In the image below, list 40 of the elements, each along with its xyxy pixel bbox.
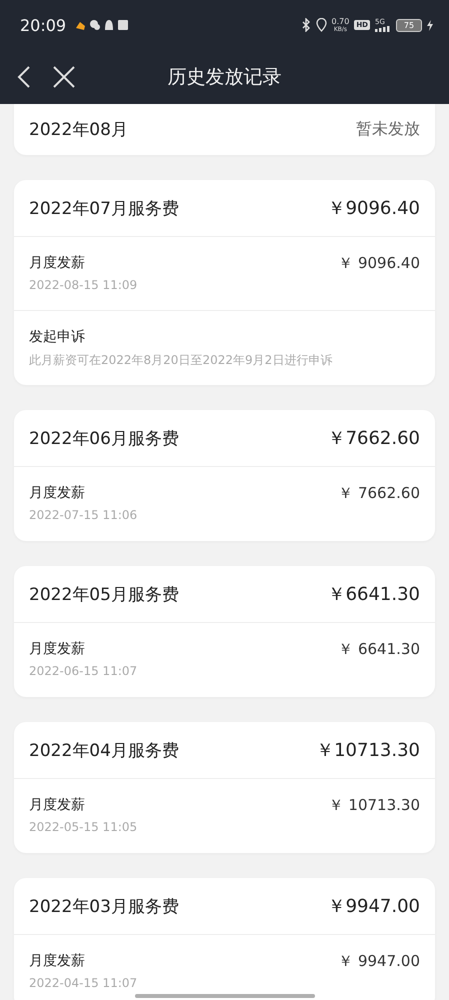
- chat-icon: [90, 20, 100, 30]
- record-total: ￥10713.30: [316, 739, 420, 762]
- appeal-link[interactable]: 发起申诉: [29, 328, 332, 346]
- record-month: 2022年07月服务费: [29, 198, 179, 220]
- payment-date: 2022-05-15 11:05: [29, 820, 138, 834]
- charging-icon: [427, 20, 433, 30]
- payment-amount: ￥ 10713.30: [328, 795, 420, 815]
- record-month: 2022年08月: [29, 119, 128, 141]
- record-month: 2022年03月服务费: [29, 896, 179, 918]
- bluetooth-icon: [300, 18, 311, 32]
- record-total: 暂未发放: [356, 119, 420, 140]
- record-month: 2022年04月服务费: [29, 740, 179, 762]
- record-total: ￥7662.60: [328, 427, 420, 450]
- payment-amount: ￥ 9947.00: [338, 951, 420, 971]
- payment-label: 月度发薪: [29, 640, 86, 658]
- close-icon[interactable]: [53, 66, 75, 88]
- payment-amount: ￥ 6641.30: [338, 639, 420, 659]
- payment-label: 月度发薪: [29, 796, 86, 814]
- record-total: ￥6641.30: [328, 583, 420, 606]
- record-month: 2022年05月服务费: [29, 584, 179, 606]
- payment-amount: ￥ 7662.60: [338, 483, 420, 503]
- battery-indicator: 75: [396, 18, 422, 32]
- payment-date: 2022-04-15 11:07: [29, 976, 138, 990]
- payment-label: 月度发薪: [29, 484, 86, 502]
- record-total: ￥9096.40: [328, 197, 420, 220]
- record-month: 2022年06月服务费: [29, 428, 179, 450]
- signal-icon: [375, 26, 391, 32]
- payment-amount: ￥ 9096.40: [338, 253, 420, 273]
- page-title: 历史发放记录: [168, 65, 282, 90]
- payment-label: 月度发薪: [29, 254, 86, 272]
- payment-date: 2022-07-15 11:06: [29, 508, 138, 522]
- payment-date: 2022-06-15 11:07: [29, 664, 138, 678]
- payment-label: 月度发薪: [29, 952, 86, 970]
- status-time: 20:09: [20, 16, 66, 34]
- back-icon[interactable]: [17, 65, 31, 89]
- network-speed: 0.70: [332, 18, 350, 26]
- payment-date: 2022-08-15 11:09: [29, 278, 138, 292]
- record-total: ￥9947.00: [328, 895, 420, 918]
- appeal-note: 此月薪资可在2022年8月20日至2022年9月2日进行申诉: [29, 352, 332, 369]
- location-icon: [316, 18, 327, 32]
